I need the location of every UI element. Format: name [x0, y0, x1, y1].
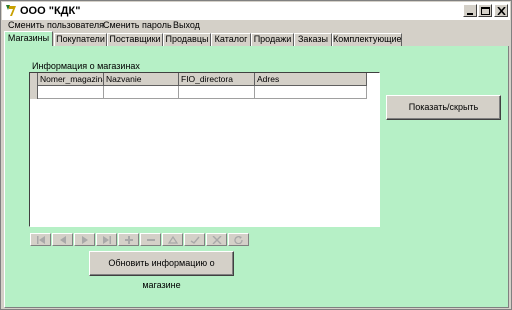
tab-customers[interactable]: Покупатели [54, 33, 107, 46]
tab-strip: Магазины Покупатели Поставщики Продавцы … [3, 31, 511, 46]
stores-group-label: Информация о магазинах [32, 61, 140, 71]
tab-sales[interactable]: Продажи [251, 33, 294, 46]
refresh-store-info-button[interactable]: Обновить информацию о магазине [89, 251, 234, 290]
table-cell[interactable] [104, 86, 179, 99]
delete-record-button[interactable] [140, 233, 161, 246]
edit-icon [168, 236, 178, 244]
app-window: ООО "КДК" Сменить пользователя Сменить п… [0, 0, 512, 310]
tab-orders[interactable]: Заказы [294, 33, 332, 46]
next-icon [82, 236, 88, 244]
refresh-data-button[interactable] [228, 233, 249, 246]
insert-record-button[interactable] [118, 233, 139, 246]
menu-change-password[interactable]: Сменить пароль [103, 19, 172, 32]
column-header[interactable]: FIO_directora [179, 73, 255, 86]
cancel-record-button[interactable] [206, 233, 227, 246]
column-header[interactable]: Nazvanie [104, 73, 179, 86]
table-cell[interactable] [179, 86, 255, 99]
post-record-button[interactable] [184, 233, 205, 246]
close-icon [497, 7, 506, 15]
stores-panel: Информация о магазинах Nomer_magazina Na… [4, 46, 509, 308]
first-icon [37, 236, 45, 244]
tab-catalog[interactable]: Каталог [211, 33, 251, 46]
minimize-icon [467, 13, 473, 15]
table-row[interactable] [30, 86, 380, 99]
grid-header: Nomer_magazina Nazvanie FIO_directora Ad… [30, 73, 380, 86]
next-record-button[interactable] [74, 233, 95, 246]
toggle-button[interactable]: Показать/скрыть [386, 95, 501, 120]
table-cell[interactable] [255, 86, 367, 99]
refresh-icon [234, 236, 243, 244]
title-bar: ООО "КДК" [2, 2, 510, 20]
prior-icon [60, 236, 66, 244]
minimize-button[interactable] [463, 4, 477, 17]
insert-icon [125, 236, 133, 244]
column-header[interactable]: Nomer_magazina [38, 73, 104, 86]
menu-bar: Сменить пользователя Сменить пароль Выхо… [2, 20, 510, 32]
post-icon [190, 236, 200, 244]
tab-sellers[interactable]: Продавцы [163, 33, 211, 46]
maximize-button[interactable] [478, 4, 492, 17]
edit-record-button[interactable] [162, 233, 183, 246]
close-button[interactable] [494, 4, 508, 17]
window-title: ООО "КДК" [20, 5, 81, 17]
table-cell[interactable] [38, 86, 104, 99]
maximize-icon [481, 7, 490, 15]
menu-exit[interactable]: Выход [173, 19, 200, 32]
tab-components[interactable]: Комплектующие [332, 33, 402, 46]
column-header[interactable]: Adres [255, 73, 367, 86]
app-logo-icon [6, 5, 16, 16]
last-record-button[interactable] [96, 233, 117, 246]
stores-grid[interactable]: Nomer_magazina Nazvanie FIO_directora Ad… [29, 72, 380, 227]
prior-record-button[interactable] [52, 233, 73, 246]
cancel-icon [212, 236, 222, 244]
tab-suppliers[interactable]: Поставщики [107, 33, 163, 46]
first-record-button[interactable] [30, 233, 51, 246]
tab-stores[interactable]: Магазины [4, 31, 53, 46]
last-icon [103, 236, 111, 244]
delete-icon [147, 239, 155, 241]
